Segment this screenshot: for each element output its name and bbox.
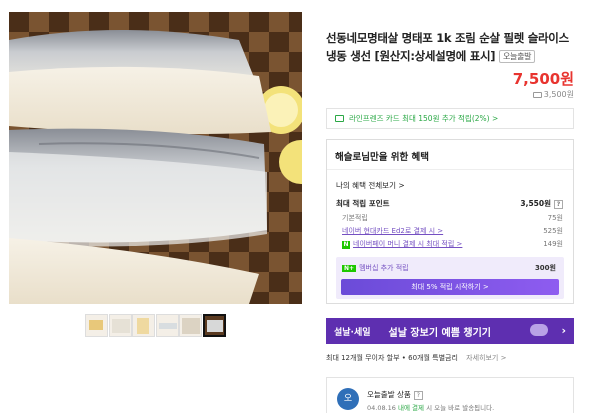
naverpay-icon: N bbox=[342, 241, 350, 249]
points-row-value: 525원 bbox=[543, 227, 563, 235]
shipping-deadline: 04.08.16 내에 결제 시 오늘 바로 발송됩니다. bbox=[367, 402, 494, 412]
membership-start-button[interactable]: 최대 5% 적립 시작하기 > bbox=[341, 279, 559, 295]
benefit-heading: 해슬로님만을 위한 혜택 bbox=[327, 140, 573, 170]
fish-fillet-photo bbox=[9, 12, 302, 304]
shipping-fee-value: 3,500원 bbox=[543, 90, 574, 99]
help-icon[interactable]: ? bbox=[554, 200, 563, 209]
membership-value: 300원 bbox=[534, 264, 556, 272]
max-points-label: 최대 적립 포인트 bbox=[336, 199, 390, 208]
thumbnail[interactable] bbox=[108, 314, 132, 337]
points-row-link[interactable]: 네이버 현대카드 Ed2로 결제 시 > bbox=[336, 226, 443, 236]
membership-row: N+ 멤버십 추가 적립 300원 bbox=[342, 263, 556, 273]
points-row-label: 기본적립 bbox=[342, 214, 368, 222]
thumbnail-selected[interactable] bbox=[202, 314, 226, 337]
max-points-value: 3,550원 bbox=[520, 199, 551, 208]
banner-text: 설날 장보기 예쁨 챙기기 bbox=[388, 327, 491, 339]
membership-box: N+ 멤버십 추가 적립 300원 최대 5% 적립 시작하기 > bbox=[336, 257, 564, 299]
seller-logo: 오 bbox=[337, 388, 359, 410]
thumbnail[interactable] bbox=[179, 314, 202, 337]
membership-label: 멤버십 추가 적립 bbox=[359, 264, 409, 272]
chevron-right-icon: › bbox=[561, 324, 566, 337]
thumbnail[interactable] bbox=[85, 314, 108, 337]
seller-box: 오 오늘출발 상품? 04.08.16 내에 결제 시 오늘 바로 발송됩니다. bbox=[326, 377, 574, 413]
points-row-link[interactable]: 네이버페이 머니 결제 시 최대 적립 > bbox=[353, 240, 462, 248]
thumbnail[interactable] bbox=[132, 314, 155, 337]
points-row: 네이버 현대카드 Ed2로 결제 시 > 525원 bbox=[336, 226, 563, 236]
points-row-value: 149원 bbox=[543, 240, 563, 248]
nplus-icon: N+ bbox=[342, 265, 357, 272]
card-icon bbox=[335, 115, 344, 122]
seller-name-text: 오늘출발 상품 bbox=[367, 390, 411, 399]
help-icon[interactable]: ? bbox=[413, 391, 423, 400]
installment-more-link[interactable]: 자세히보기 > bbox=[466, 354, 506, 362]
deadline-text: 시 오늘 바로 발송됩니다. bbox=[426, 404, 495, 412]
truck-icon bbox=[532, 91, 542, 98]
installment-info: 최대 12개월 무이자 할부 • 60개월 특별금리 자세히보기 > bbox=[326, 353, 506, 363]
deadline-time: 04.08.16 bbox=[367, 404, 396, 412]
my-benefit-link[interactable]: 나의 혜택 전체보기 > bbox=[336, 180, 405, 191]
points-row: 기본적립 75원 bbox=[336, 213, 563, 223]
banner-label: 설날·세일 bbox=[334, 327, 371, 338]
card-promo-text: 라인프렌즈 카드 최대 150원 추가 적립(2%) > bbox=[349, 114, 499, 123]
points-row-value: 75원 bbox=[547, 214, 563, 222]
seollal-sale-banner[interactable]: 설날·세일 설날 장보기 예쁨 챙기기 › bbox=[326, 318, 574, 344]
seller-name: 오늘출발 상품? bbox=[367, 389, 423, 400]
today-shipping-badge: 오늘출발 bbox=[498, 50, 536, 63]
product-main-image[interactable] bbox=[9, 12, 302, 304]
points-row: N 네이버페이 머니 결제 시 최대 적립 > 149원 bbox=[336, 239, 563, 249]
scooter-icon bbox=[530, 324, 548, 336]
max-points-row: 최대 적립 포인트 3,550원? bbox=[336, 198, 563, 209]
deadline-highlight: 내에 결제 bbox=[398, 404, 425, 412]
card-promo-banner[interactable]: 라인프렌즈 카드 최대 150원 추가 적립(2%) > bbox=[326, 108, 574, 129]
shipping-fee: 3,500원 bbox=[532, 89, 574, 100]
product-price: 7,500원 bbox=[512, 70, 574, 88]
product-title: 선동네모명태살 명태포 1k 조림 순살 필렛 슬라이스 냉동 생선 [원산지:… bbox=[326, 29, 576, 65]
installment-text: 최대 12개월 무이자 할부 • 60개월 특별금리 bbox=[326, 354, 458, 362]
thumbnail[interactable] bbox=[155, 314, 179, 337]
benefit-panel: 해슬로님만을 위한 혜택 나의 혜택 전체보기 > 최대 적립 포인트 3,55… bbox=[326, 139, 574, 304]
thumbnail-strip bbox=[85, 314, 226, 337]
